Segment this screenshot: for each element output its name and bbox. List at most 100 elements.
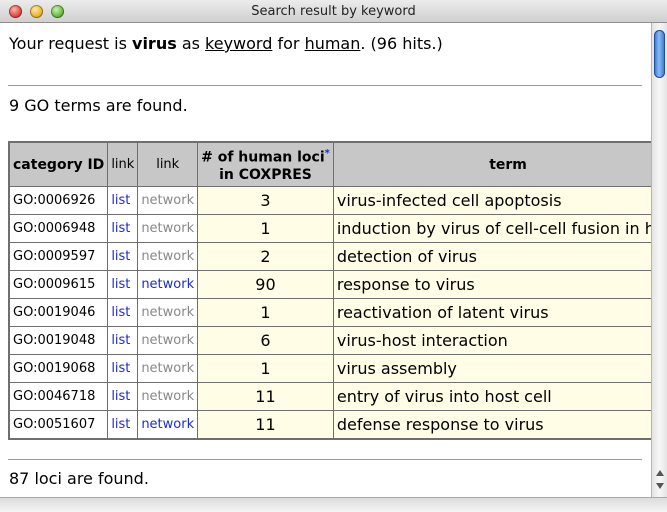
divider	[8, 459, 642, 460]
loci-count-cell: 1	[197, 298, 334, 327]
category-id-cell: GO:0019068	[8, 354, 109, 383]
loci-count-cell: 90	[197, 270, 334, 299]
list-link[interactable]: list	[111, 333, 130, 348]
network-cell: network	[137, 214, 199, 243]
table-row: GO:0019068 list network 1 virus assembly	[8, 354, 651, 383]
network-link[interactable]: network	[141, 333, 194, 348]
keyword-value: virus	[132, 34, 177, 53]
header-loci-count: # of human loci* in COXPRES	[197, 141, 334, 187]
header-list-link: link	[107, 141, 139, 187]
term-cell: virus-host interaction	[332, 326, 651, 355]
network-link[interactable]: network	[141, 417, 194, 432]
table-row: GO:0006926 list network 3 virus-infected cel…	[8, 186, 651, 215]
category-id-cell: GO:0006948	[8, 214, 109, 243]
list-link[interactable]: list	[111, 277, 130, 292]
category-id-cell: GO:0046718	[8, 382, 109, 411]
list-cell: list	[107, 270, 139, 299]
list-cell: list	[107, 214, 139, 243]
go-terms-count: 9 GO terms are found.	[9, 96, 188, 115]
vertical-scrollbar[interactable]	[651, 23, 667, 497]
list-cell: list	[107, 382, 139, 411]
category-id-cell: GO:0009597	[8, 242, 109, 271]
network-link[interactable]: network	[141, 249, 194, 264]
list-link[interactable]: list	[111, 305, 130, 320]
network-link[interactable]: network	[141, 193, 194, 208]
request-summary: Your request is virus as keyword for hum…	[9, 34, 443, 53]
title-bar: Search result by keyword	[0, 0, 667, 23]
divider	[8, 85, 642, 86]
list-link[interactable]: list	[111, 193, 130, 208]
term-cell: entry of virus into host cell	[332, 382, 651, 411]
request-hits: . (96 hits.)	[360, 34, 443, 53]
category-id-cell: GO:0019048	[8, 326, 109, 355]
loci-count-cell: 3	[197, 186, 334, 215]
table-row: GO:0019048 list network 6 virus-host interac…	[8, 326, 651, 355]
network-cell: network	[137, 242, 199, 271]
network-cell: network	[137, 270, 199, 299]
network-cell: network	[137, 354, 199, 383]
network-cell: network	[137, 186, 199, 215]
network-link[interactable]: network	[141, 305, 194, 320]
table-row: GO:0009615 list network 90 response to virus	[8, 270, 651, 299]
term-cell: response to virus	[332, 270, 651, 299]
keyword-link[interactable]: keyword	[205, 34, 272, 53]
network-cell: network	[137, 298, 199, 327]
network-link[interactable]: network	[141, 389, 194, 404]
loci-count: 87 loci are found.	[9, 469, 149, 488]
network-link[interactable]: network	[141, 361, 194, 376]
footnote-marker: *	[324, 148, 330, 160]
list-link[interactable]: list	[111, 389, 130, 404]
category-id-cell: GO:0006926	[8, 186, 109, 215]
list-cell: list	[107, 326, 139, 355]
network-cell: network	[137, 326, 199, 355]
list-cell: list	[107, 298, 139, 327]
term-cell: virus-infected cell apoptosis	[332, 186, 651, 215]
table-header-row: category ID link link # of human loci* i…	[8, 141, 651, 187]
list-link[interactable]: list	[111, 221, 130, 236]
loci-count-cell: 6	[197, 326, 334, 355]
list-cell: list	[107, 410, 139, 440]
loci-header-line2: in COXPRES	[219, 166, 312, 183]
term-cell: induction by virus of cell-cell fusion i…	[332, 214, 651, 243]
term-cell: detection of virus	[332, 242, 651, 271]
list-link[interactable]: list	[111, 361, 130, 376]
loci-count-cell: 1	[197, 214, 334, 243]
category-id-cell: GO:0009615	[8, 270, 109, 299]
list-cell: list	[107, 242, 139, 271]
request-for: for	[272, 34, 305, 53]
header-term: term	[332, 141, 651, 187]
term-cell: defense response to virus	[332, 410, 651, 440]
scroll-down-arrow[interactable]	[656, 483, 664, 489]
scroll-up-arrow[interactable]	[656, 470, 664, 476]
loci-header-line1: # of human loci	[201, 149, 325, 166]
loci-count-cell: 1	[197, 354, 334, 383]
table-row: GO:0046718 list network 11 entry of virus in…	[8, 382, 651, 411]
network-cell: network	[137, 382, 199, 411]
go-terms-table: category ID link link # of human loci* i…	[8, 141, 651, 440]
species-link[interactable]: human	[305, 34, 361, 53]
table-row: GO:0009597 list network 2 detection of virus	[8, 242, 651, 271]
header-network-link: link	[137, 141, 199, 187]
horizontal-scrollbar[interactable]	[0, 497, 667, 512]
category-id-cell: GO:0019046	[8, 298, 109, 327]
term-cell: virus assembly	[332, 354, 651, 383]
network-link[interactable]: network	[141, 277, 194, 292]
table-row: GO:0019046 list network 1 reactivation of la…	[8, 298, 651, 327]
list-link[interactable]: list	[111, 417, 130, 432]
list-cell: list	[107, 186, 139, 215]
header-category-id: category ID	[8, 141, 109, 187]
page-content: Your request is virus as keyword for hum…	[0, 23, 651, 497]
window-title: Search result by keyword	[251, 4, 416, 19]
table-row: GO:0051607 list network 11 defense response …	[8, 410, 651, 440]
list-link[interactable]: list	[111, 249, 130, 264]
list-cell: list	[107, 354, 139, 383]
loci-count-cell: 11	[197, 382, 334, 411]
request-prefix: Your request is	[9, 34, 133, 53]
loci-count-cell: 2	[197, 242, 334, 271]
table-row: GO:0006948 list network 1 induction by virus…	[8, 214, 651, 243]
network-cell: network	[137, 410, 199, 440]
loci-count-cell: 11	[197, 410, 334, 440]
network-link[interactable]: network	[141, 221, 194, 236]
scrollbar-thumb[interactable]	[654, 30, 665, 78]
request-as: as	[176, 34, 206, 53]
